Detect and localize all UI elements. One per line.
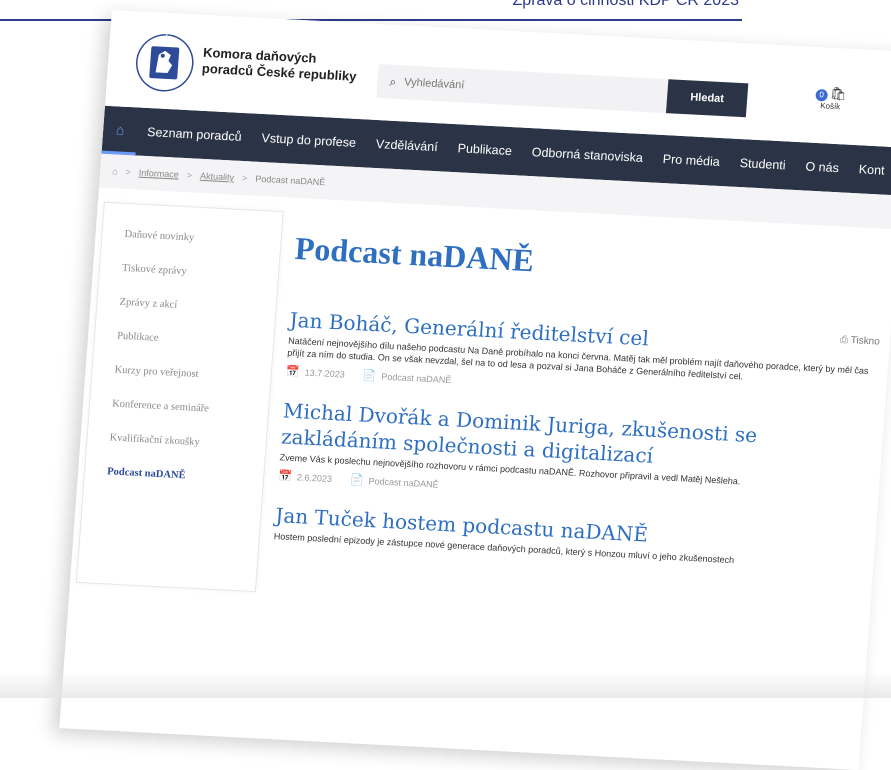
nav-item-studenti[interactable]: Studenti <box>729 156 796 173</box>
calendar-icon: 📅 <box>277 470 293 483</box>
cart-icon: 🛍 <box>829 85 848 102</box>
search-input[interactable]: ⌕ Vyhledávání <box>376 64 669 114</box>
page-title: Podcast naDANĚ <box>293 229 536 279</box>
search-placeholder: Vyhledávání <box>403 76 465 92</box>
main-content: Podcast naDANĚ ⎙ Tiskno Jan Boháč, Gener… <box>272 210 887 593</box>
nav-item-o-nas[interactable]: O nás <box>795 159 849 176</box>
nav-item-seznam-poradcu[interactable]: Seznam poradců <box>137 124 252 144</box>
breadcrumb-informace[interactable]: Informace <box>139 168 180 180</box>
article-item: Jan Boháč, Generální ředitelství cel Nat… <box>286 307 881 409</box>
article-date: 13.7.2023 <box>304 367 346 380</box>
search-button[interactable]: Hledat <box>665 79 749 118</box>
home-icon[interactable]: ⌂ <box>101 105 139 156</box>
nav-item-vzdelavani[interactable]: Vzdělávání <box>365 136 448 154</box>
document-icon: 📄 <box>362 369 377 383</box>
article-item: Jan Tuček hostem podcastu naDANĚ Hostem … <box>273 502 865 573</box>
cart-button[interactable]: 0 🛍 Košík <box>815 85 848 112</box>
printer-icon: ⎙ <box>839 334 849 346</box>
article-category[interactable]: Podcast naDANĚ <box>368 475 439 489</box>
document-icon: 📄 <box>349 474 365 487</box>
lion-emblem-icon <box>136 34 194 92</box>
cart-count-badge: 0 <box>815 88 829 102</box>
print-link[interactable]: ⎙ Tiskno <box>840 335 880 348</box>
cart-label: Košík <box>819 101 841 112</box>
search-icon: ⌕ <box>389 74 397 89</box>
breadcrumb-separator: > <box>125 166 132 178</box>
article-item: Michal Dvořák a Dominik Juriga, zkušenos… <box>278 397 874 513</box>
nav-item-vstup-do-profese[interactable]: Vstup do profese <box>251 130 366 150</box>
breadcrumb-current: Podcast naDANĚ <box>254 173 326 188</box>
sidebar: Daňové novinky Tiskové zprávy Zprávy z a… <box>75 201 284 593</box>
article-date: 2.6.2023 <box>296 471 333 484</box>
breadcrumb-aktuality[interactable]: Aktuality <box>200 171 235 183</box>
breadcrumb-home-icon[interactable]: ⌂ <box>112 166 118 176</box>
website-screenshot: Komora daňových poradců České republiky … <box>59 10 891 770</box>
breadcrumb-separator: > <box>241 173 248 184</box>
nav-item-kontakty[interactable]: Kont <box>848 162 891 178</box>
article-category[interactable]: Podcast naDANĚ <box>381 371 452 385</box>
kdp-logo[interactable] <box>130 29 199 98</box>
nav-item-pro-media[interactable]: Pro média <box>652 152 730 170</box>
brand-name[interactable]: Komora daňových poradců České republiky <box>201 45 363 85</box>
print-label: Tiskno <box>850 335 881 348</box>
calendar-icon: 📅 <box>285 365 301 379</box>
bottom-shadow <box>0 672 891 698</box>
nav-item-publikace[interactable]: Publikace <box>447 141 522 159</box>
nav-item-odborna-stanoviska[interactable]: Odborná stanoviska <box>521 145 653 166</box>
document-title: Zpráva o činnosti KDP ČR 2023 <box>512 0 739 9</box>
breadcrumb-separator: > <box>186 170 193 181</box>
